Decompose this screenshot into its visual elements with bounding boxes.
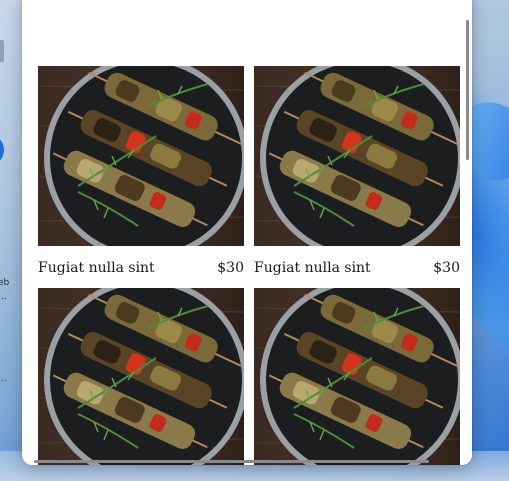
product-price: $30 [433, 260, 460, 276]
product-image[interactable] [254, 288, 460, 465]
app-window: Fugiat nulla sint $30 Fugiat nulla sint … [22, 0, 472, 465]
horizontal-scrollbar[interactable] [34, 460, 429, 463]
product-name[interactable]: Fugiat nulla sint [38, 260, 155, 276]
product-meta: Fugiat nulla sint $30 [38, 260, 244, 276]
vertical-scrollbar[interactable] [466, 20, 469, 160]
product-price: $30 [217, 260, 244, 276]
product-meta: Fugiat nulla sint $30 [254, 260, 460, 276]
desktop-icon[interactable] [0, 40, 4, 62]
product-image[interactable] [38, 288, 244, 465]
product-image[interactable] [38, 66, 244, 246]
desktop-icon-label: eb [0, 278, 10, 288]
desktop-app-icon[interactable] [0, 134, 4, 166]
desktop-icon-label: ... [0, 374, 7, 384]
product-card[interactable]: Fugiat nulla sint $30 [254, 66, 460, 276]
product-card[interactable]: Fugiat nulla sint $30 [38, 66, 244, 276]
desktop-icon-label: ... [0, 292, 7, 302]
product-image[interactable] [254, 66, 460, 246]
product-name[interactable]: Fugiat nulla sint [254, 260, 371, 276]
product-card[interactable] [38, 288, 244, 465]
product-card[interactable] [254, 288, 460, 465]
